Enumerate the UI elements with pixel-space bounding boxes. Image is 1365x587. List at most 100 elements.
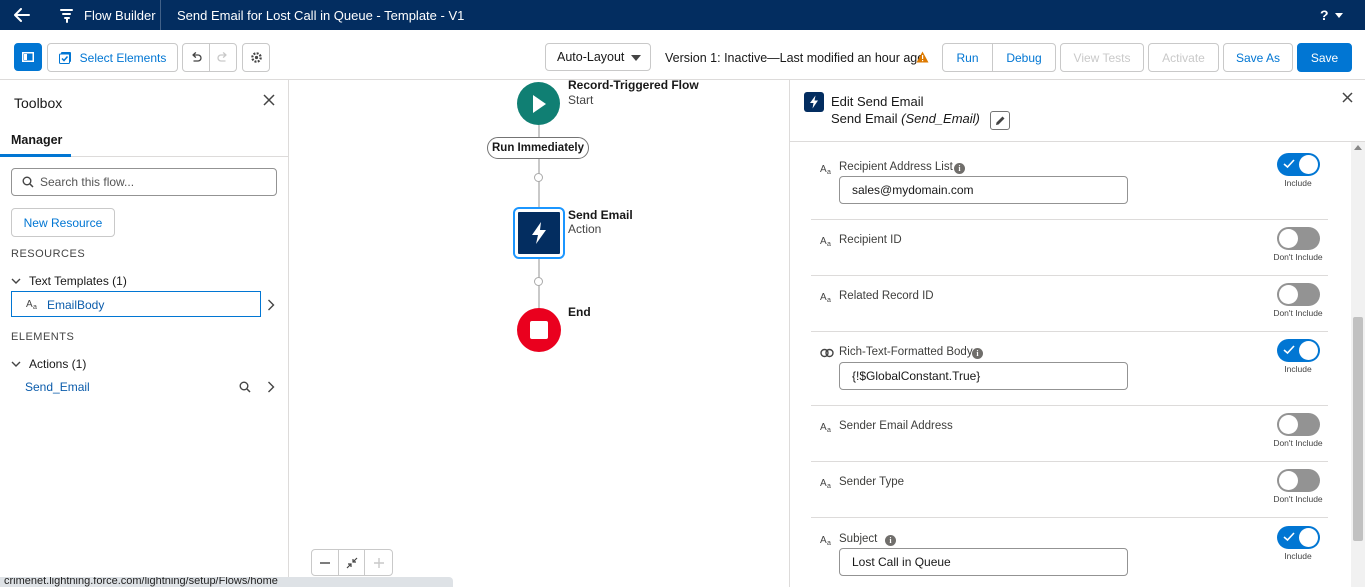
- include-toggle[interactable]: [1277, 339, 1320, 362]
- subject-input[interactable]: Lost Call in Queue: [839, 548, 1128, 576]
- help-icon: ?: [1320, 7, 1329, 23]
- fit-view-button[interactable]: [339, 550, 366, 575]
- param-label: Recipient ID: [839, 234, 902, 246]
- resource-item-emailbody[interactable]: Aa EmailBody: [11, 291, 261, 317]
- flow-canvas[interactable]: Record-Triggered Flow Start Run Immediat…: [289, 78, 789, 587]
- info-icon[interactable]: i: [885, 535, 896, 546]
- select-elements-button[interactable]: Select Elements: [47, 43, 178, 72]
- include-toggle[interactable]: [1277, 526, 1320, 549]
- start-node[interactable]: [517, 82, 560, 125]
- redo-button[interactable]: [209, 43, 237, 72]
- panel-left-icon: [22, 52, 34, 62]
- info-icon[interactable]: i: [954, 163, 965, 174]
- toggle-knob: [1299, 155, 1318, 174]
- end-node[interactable]: [517, 308, 561, 352]
- toggle-toolbox-button[interactable]: [14, 43, 42, 71]
- svg-text:a: a: [827, 241, 831, 247]
- save-button[interactable]: Save: [1297, 43, 1352, 72]
- arrow-left-icon: [14, 8, 30, 22]
- layout-dropdown[interactable]: Auto-Layout: [545, 43, 651, 71]
- run-immediately-pill[interactable]: Run Immediately: [487, 137, 589, 159]
- check-icon: [1283, 532, 1295, 542]
- param-subject: Aa Subject i Lost Call in Queue Include: [811, 518, 1328, 587]
- toggle-knob: [1279, 471, 1298, 490]
- search-box: [11, 168, 277, 196]
- edit-label-button[interactable]: [990, 111, 1010, 130]
- zoom-out-button[interactable]: [312, 550, 339, 575]
- warning-icon[interactable]: [916, 51, 929, 63]
- element-item-send-email[interactable]: Send_Email: [25, 380, 90, 394]
- run-button[interactable]: Run: [942, 43, 993, 72]
- chevron-right-icon[interactable]: [267, 299, 275, 311]
- toggle-state-label: Don't Include: [1273, 308, 1323, 318]
- search-input[interactable]: [40, 174, 270, 190]
- chevron-down-icon: [11, 278, 21, 284]
- param-label: Sender Email Address: [839, 420, 953, 432]
- zoom-controls: [311, 549, 393, 576]
- add-element-dot[interactable]: [534, 277, 543, 286]
- tree-actions[interactable]: Actions (1): [11, 357, 86, 371]
- search-icon[interactable]: [239, 381, 251, 393]
- caret-down-icon: [631, 55, 641, 61]
- recipient-address-list-input[interactable]: sales@mydomain.com: [839, 176, 1128, 204]
- info-icon[interactable]: i: [972, 348, 983, 359]
- panel-header: Edit Send Email Send Email (Send_Email): [790, 80, 1365, 142]
- add-element-dot[interactable]: [534, 173, 543, 182]
- scroll-up-arrow-icon[interactable]: [1354, 145, 1362, 150]
- text-template-icon: Aa: [26, 299, 37, 310]
- svg-text:A: A: [820, 422, 827, 433]
- new-resource-button[interactable]: New Resource: [11, 208, 115, 237]
- svg-text:A: A: [820, 236, 827, 247]
- property-editor-panel: Edit Send Email Send Email (Send_Email) …: [789, 80, 1365, 587]
- close-icon[interactable]: [1342, 92, 1353, 103]
- chevron-right-icon[interactable]: [267, 381, 275, 393]
- text-type-icon: Aa: [820, 236, 831, 247]
- param-label: Rich-Text-Formatted Body: [839, 346, 973, 358]
- activate-label: Activate: [1162, 50, 1205, 65]
- toolbox-title: Toolbox: [14, 95, 63, 111]
- text-type-icon: Aa: [820, 292, 831, 303]
- close-icon[interactable]: [263, 94, 275, 106]
- svg-text:A: A: [820, 535, 827, 546]
- include-toggle[interactable]: [1277, 227, 1320, 250]
- toolbox-panel: Toolbox Manager New Resource RESOURCES T…: [0, 80, 289, 587]
- include-toggle[interactable]: [1277, 153, 1320, 176]
- end-node-title: End: [568, 305, 591, 319]
- flow-properties-button[interactable]: [242, 43, 270, 72]
- include-toggle[interactable]: [1277, 469, 1320, 492]
- include-toggle[interactable]: [1277, 413, 1320, 436]
- back-button[interactable]: [0, 0, 44, 30]
- send-email-action-node[interactable]: [515, 209, 563, 257]
- svg-text:A: A: [26, 299, 33, 310]
- tab-manager[interactable]: Manager: [11, 133, 62, 147]
- save-as-button[interactable]: Save As: [1223, 43, 1293, 72]
- undo-button[interactable]: [182, 43, 210, 72]
- text-type-icon: Aa: [820, 164, 831, 175]
- svg-text:a: a: [827, 540, 831, 546]
- header-divider: [160, 0, 161, 30]
- view-tests-label: View Tests: [1073, 50, 1131, 65]
- resources-heading: RESOURCES: [11, 248, 86, 260]
- scroll-thumb[interactable]: [1353, 317, 1363, 541]
- flow-title: Send Email for Lost Call in Queue - Temp…: [177, 8, 465, 23]
- layout-value: Auto-Layout: [557, 50, 625, 64]
- include-toggle[interactable]: [1277, 283, 1320, 306]
- run-label: Run: [956, 50, 979, 65]
- tree-text-templates[interactable]: Text Templates (1): [11, 274, 127, 288]
- param-label: Recipient Address List: [839, 161, 953, 173]
- zoom-in-button[interactable]: [365, 550, 392, 575]
- view-tests-button[interactable]: View Tests: [1060, 43, 1144, 72]
- activate-button[interactable]: Activate: [1148, 43, 1219, 72]
- param-recipient-id: Aa Recipient ID Don't Include: [811, 220, 1328, 276]
- rich-text-body-input[interactable]: {!$GlobalConstant.True}: [839, 362, 1128, 390]
- panel-scrollbar[interactable]: [1351, 142, 1365, 587]
- toggle-state-label: Don't Include: [1273, 494, 1323, 504]
- caret-down-icon: [1335, 13, 1344, 19]
- help-menu-button[interactable]: ?: [1320, 7, 1344, 23]
- check-icon: [1283, 159, 1295, 169]
- param-rich-text-formatted-body: Rich-Text-Formatted Body i {!$GlobalCons…: [811, 332, 1328, 406]
- lightning-bolt-icon: [810, 95, 818, 109]
- action-node-subtitle: Action: [568, 222, 602, 236]
- search-icon: [22, 176, 34, 188]
- debug-button[interactable]: Debug: [992, 43, 1056, 72]
